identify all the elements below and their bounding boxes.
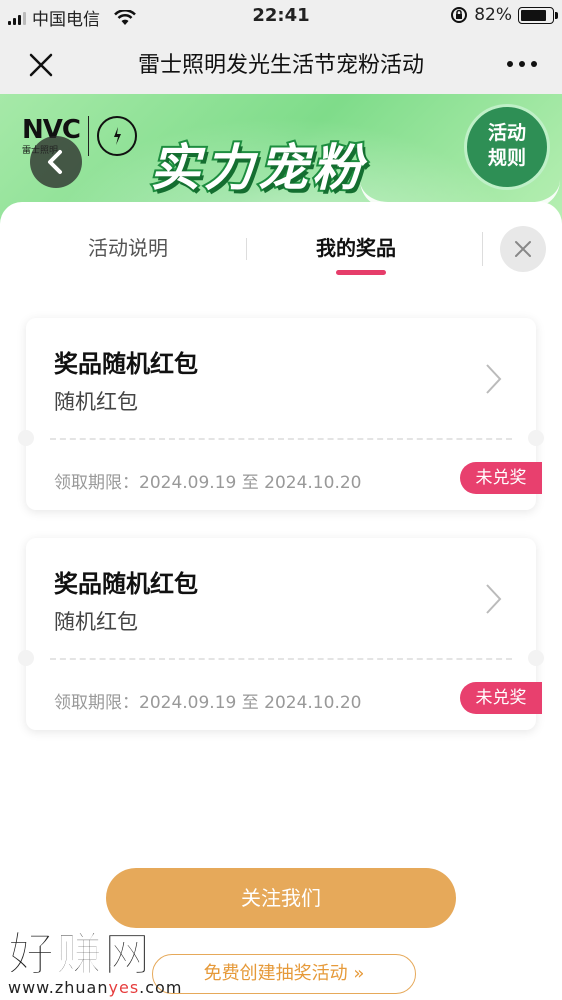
- prize-card[interactable]: 奖品随机红包 随机红包 领取期限：2024.09.19 至 2024.10.20…: [18, 538, 544, 730]
- status-badge: 未兑奖: [460, 682, 542, 714]
- more-icon[interactable]: [502, 52, 542, 76]
- tab-activity-description[interactable]: 活动说明: [88, 232, 168, 261]
- battery-icon: [518, 6, 558, 24]
- chevron-right-icon: [486, 584, 502, 614]
- prize-title: 奖品随机红包: [54, 570, 198, 598]
- activity-rules-button[interactable]: 活动 规则: [464, 104, 550, 190]
- create-lottery-button[interactable]: 免费创建抽奖活动 »: [152, 954, 416, 994]
- tab-divider: [246, 238, 247, 260]
- close-icon[interactable]: [26, 50, 56, 80]
- sheet-close-button[interactable]: [500, 226, 546, 272]
- tab-my-prizes[interactable]: 我的奖品: [316, 232, 396, 261]
- prize-title: 奖品随机红包: [54, 350, 198, 378]
- brand-emblem-icon: [96, 116, 137, 156]
- back-button[interactable]: [30, 136, 82, 188]
- orientation-lock-icon: [451, 7, 468, 23]
- battery-fill: [521, 9, 546, 21]
- tab-divider: [482, 232, 483, 266]
- chevron-right-icon: [486, 364, 502, 394]
- prize-validity: 领取期限：2024.09.19 至 2024.10.20: [54, 473, 362, 493]
- active-tab-indicator: [336, 270, 386, 275]
- prize-card[interactable]: 奖品随机红包 随机红包 领取期限：2024.09.19 至 2024.10.20…: [18, 318, 544, 510]
- page-title: 雷士照明发光生活节宠粉活动: [137, 53, 424, 78]
- prize-subtitle: 随机红包: [54, 610, 138, 634]
- card-divider: [50, 438, 512, 440]
- watermark: 好赚网 www.zhuanyes.com: [7, 918, 183, 998]
- card-divider: [50, 658, 512, 660]
- banner-slogan: 实力宠粉: [148, 137, 366, 199]
- prize-validity: 领取期限：2024.09.19 至 2024.10.20: [54, 693, 362, 713]
- watermark-url: www.zhuanyes.com: [8, 978, 183, 997]
- close-icon: [515, 241, 531, 257]
- status-bar: 中国电信 22:41 82%: [0, 0, 562, 32]
- prize-subtitle: 随机红包: [54, 390, 138, 414]
- status-badge: 未兑奖: [460, 462, 542, 494]
- nav-bar: 雷士照明发光生活节宠粉活动: [0, 32, 562, 94]
- battery-percent: 82%: [474, 5, 512, 25]
- watermark-text: 好赚网: [7, 927, 152, 982]
- status-right: 82%: [450, 5, 558, 25]
- back-icon: [48, 150, 62, 174]
